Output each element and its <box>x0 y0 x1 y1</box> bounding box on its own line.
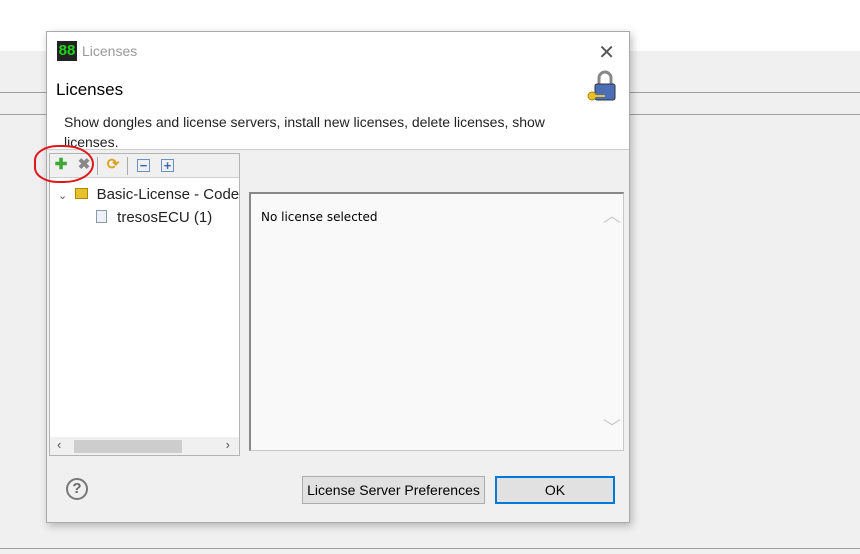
license-details-panel: No license selected ︿ ﹀ <box>249 192 624 451</box>
dialog-header: Licenses Show dongles and license server… <box>47 70 629 150</box>
license-icon <box>75 188 89 199</box>
expand-all-icon[interactable]: + <box>161 159 174 172</box>
scroll-left-icon[interactable]: ‹ <box>57 437 61 452</box>
tree-item-tresosecu[interactable]: tresosECU (1) <box>96 207 212 229</box>
scroll-down-icon[interactable]: ﹀ <box>603 414 621 440</box>
toolbar-separator <box>127 157 128 175</box>
add-icon[interactable]: ✚ <box>53 157 69 173</box>
help-button[interactable]: ? <box>66 478 88 500</box>
scroll-up-icon[interactable]: ︿ <box>603 202 621 228</box>
divider <box>0 548 860 549</box>
collapse-all-icon[interactable]: − <box>137 159 150 172</box>
license-tree: ⌄ Basic-License - Code tresosECU (1) <box>50 179 239 429</box>
window-title: Licenses <box>82 43 138 59</box>
license-tree-panel: ✚ ✖ ⟳ − + ⌄ Basic-License - Code tresosE… <box>49 153 240 456</box>
delete-icon[interactable]: ✖ <box>76 157 92 173</box>
scrollbar-thumb[interactable] <box>74 440 182 453</box>
page-title: Licenses <box>56 80 124 99</box>
ok-button[interactable]: OK <box>495 476 615 504</box>
horizontal-scrollbar[interactable]: ‹ › <box>50 437 239 455</box>
lock-key-icon <box>587 70 616 101</box>
chevron-down-icon[interactable]: ⌄ <box>58 190 67 202</box>
details-text: No license selected <box>261 210 378 224</box>
header-description: Show dongles and license servers, instal… <box>64 114 545 150</box>
close-icon[interactable]: ✕ <box>598 40 615 65</box>
tree-item-label: tresosECU (1) <box>117 209 213 226</box>
scroll-right-icon[interactable]: › <box>226 437 230 452</box>
document-icon <box>96 210 107 223</box>
tree-item-basic-license[interactable]: ⌄ Basic-License - Code <box>58 184 239 206</box>
toolbar-separator <box>97 157 98 175</box>
licenses-dialog: 88 Licenses ✕ Licenses Show dongles and … <box>46 31 630 523</box>
refresh-icon[interactable]: ⟳ <box>105 157 121 173</box>
title-bar: 88 Licenses ✕ <box>47 32 629 70</box>
tree-toolbar: ✚ ✖ ⟳ − + <box>50 154 239 178</box>
license-server-preferences-button[interactable]: License Server Preferences <box>302 476 485 504</box>
tree-item-label: Basic-License - Code <box>96 186 239 203</box>
app-icon: 88 <box>57 41 77 61</box>
